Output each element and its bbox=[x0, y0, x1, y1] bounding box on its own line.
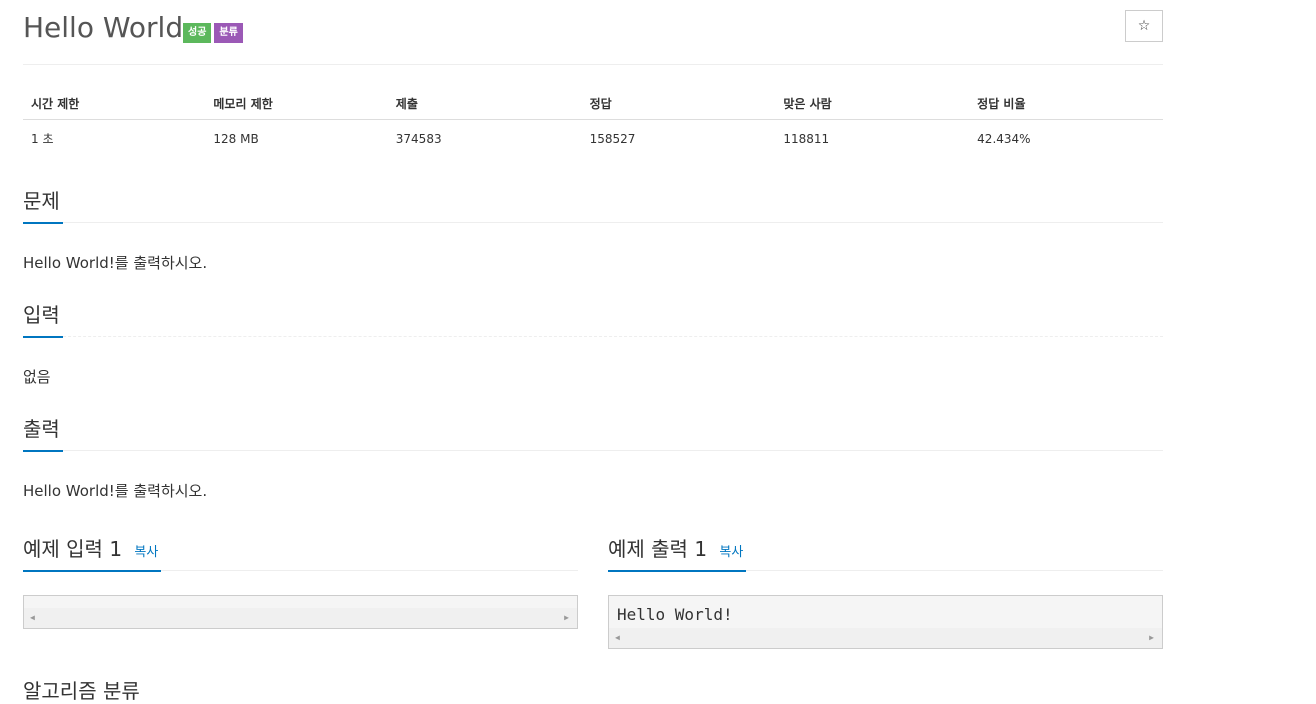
title-underline bbox=[23, 570, 161, 572]
sample-output-content: Hello World! bbox=[617, 605, 733, 624]
value-memory-limit: 128 MB bbox=[213, 131, 259, 146]
value-accept-ratio: 42.434% bbox=[977, 131, 1031, 146]
title-underline bbox=[23, 222, 63, 224]
copy-sample-output-button[interactable]: 복사 bbox=[719, 545, 743, 560]
scroll-right-icon[interactable]: ▶ bbox=[1149, 633, 1154, 642]
sample-output-title: 예제 출력 1 bbox=[608, 537, 708, 561]
horizontal-scrollbar[interactable]: ◀ ▶ bbox=[609, 628, 1162, 648]
star-icon: ☆ bbox=[1137, 18, 1151, 34]
sample-input-box[interactable]: ◀ ▶ bbox=[23, 595, 578, 629]
scroll-left-icon[interactable]: ◀ bbox=[615, 633, 620, 642]
value-solved-users: 118811 bbox=[783, 131, 830, 146]
header-memory-limit: 메모리 제한 bbox=[205, 88, 388, 120]
sample-output-heading: 예제 출력 1 복사 bbox=[608, 536, 743, 566]
section-header: 예제 출력 1 복사 bbox=[608, 528, 1163, 572]
section-header: 문제 bbox=[23, 180, 1163, 224]
table-row: 1 초 128 MB 374583 158527 118811 42.434% bbox=[23, 120, 1163, 158]
problem-title: Hello World bbox=[23, 11, 184, 44]
value-accepted: 158527 bbox=[589, 131, 636, 146]
header-accept-ratio: 정답 비율 bbox=[969, 88, 1163, 120]
section-header: 입력 bbox=[23, 294, 1163, 338]
input-title: 입력 bbox=[23, 303, 60, 327]
table-header-row: 시간 제한 메모리 제한 제출 정답 맞은 사람 정답 비율 bbox=[23, 88, 1163, 120]
copy-sample-input-button[interactable]: 복사 bbox=[134, 545, 158, 560]
header-accepted: 정답 bbox=[581, 88, 776, 120]
label-success[interactable]: 성공 bbox=[183, 23, 212, 43]
input-section: 입력 없음 bbox=[23, 294, 1163, 387]
input-text: 없음 bbox=[23, 368, 51, 386]
output-title: 출력 bbox=[23, 417, 60, 441]
sample-input-1: 예제 입력 1 복사 ◀ ▶ bbox=[23, 528, 578, 629]
value-time-limit: 1 초 bbox=[31, 132, 54, 146]
description-text: Hello World!를 출력하시오. bbox=[23, 254, 208, 272]
star-button[interactable]: ☆ bbox=[1125, 10, 1163, 42]
title-underline bbox=[23, 336, 63, 338]
samples-row: 예제 입력 1 복사 ◀ ▶ 예제 출력 1 복사 Hello World! ◀ ▶ bbox=[23, 528, 1163, 688]
output-section: 출력 Hello World!를 출력하시오. bbox=[23, 408, 1163, 501]
section-header: 출력 bbox=[23, 408, 1163, 452]
sample-input-title: 예제 입력 1 bbox=[23, 537, 123, 561]
problem-info-table: 시간 제한 메모리 제한 제출 정답 맞은 사람 정답 비율 1 초 128 M… bbox=[23, 88, 1163, 157]
sample-output-box[interactable]: Hello World! ◀ ▶ bbox=[608, 595, 1163, 649]
horizontal-scrollbar[interactable]: ◀ ▶ bbox=[24, 608, 577, 628]
sample-input-heading: 예제 입력 1 복사 bbox=[23, 536, 158, 566]
scroll-right-icon[interactable]: ▶ bbox=[564, 613, 569, 622]
problem-header: Hello World 성공 분류 ☆ bbox=[23, 0, 1163, 65]
problem-labels: 성공 분류 bbox=[183, 23, 243, 43]
header-submissions: 제출 bbox=[387, 88, 582, 120]
label-category[interactable]: 분류 bbox=[214, 23, 243, 43]
description-title: 문제 bbox=[23, 189, 60, 213]
sample-input-content bbox=[24, 596, 577, 608]
problem-page: Hello World 성공 분류 ☆ 시간 제한 메모리 제한 제출 정답 맞… bbox=[23, 0, 1163, 703]
scroll-left-icon[interactable]: ◀ bbox=[30, 613, 35, 622]
sample-output-1: 예제 출력 1 복사 Hello World! ◀ ▶ bbox=[608, 528, 1163, 649]
header-solved-users: 맞은 사람 bbox=[775, 88, 970, 120]
section-header: 예제 입력 1 복사 bbox=[23, 528, 578, 572]
description-section: 문제 Hello World!를 출력하시오. bbox=[23, 180, 1163, 273]
title-underline bbox=[608, 570, 746, 572]
title-underline bbox=[23, 450, 63, 452]
value-submissions: 374583 bbox=[395, 131, 442, 146]
algorithm-category-title: 알고리즘 분류 bbox=[23, 679, 140, 703]
header-time-limit: 시간 제한 bbox=[23, 88, 206, 120]
output-text: Hello World!를 출력하시오. bbox=[23, 482, 208, 500]
